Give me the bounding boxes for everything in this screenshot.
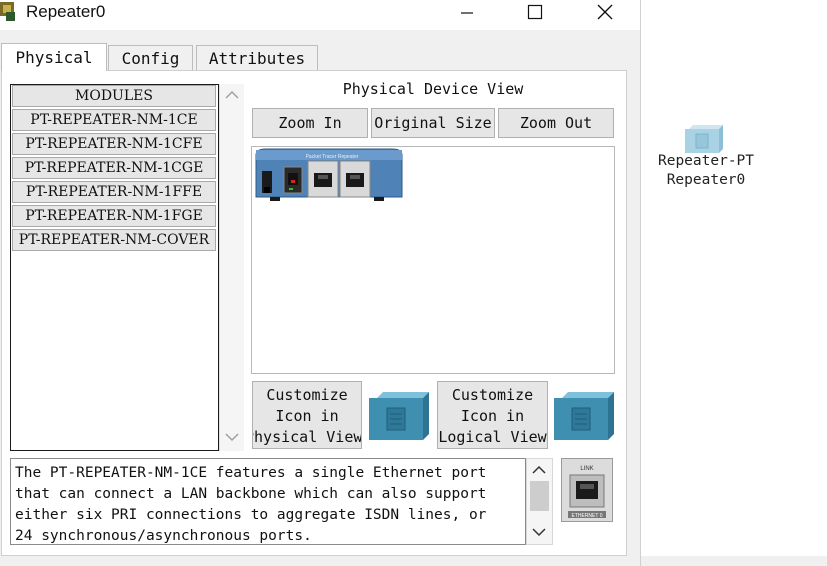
workspace-repeater-icon[interactable] [685, 125, 723, 153]
repeater-app-icon [0, 0, 20, 22]
workspace-device-model: Repeater-PT [657, 153, 755, 169]
zoom-out-button[interactable]: Zoom Out [498, 108, 614, 138]
scroll-thumb[interactable] [530, 481, 549, 511]
repeater-cube-icon [554, 392, 614, 440]
close-icon [597, 4, 613, 20]
customize-logical-line3: Logical View [438, 428, 547, 446]
port-ethernet-label: ETHERNET 0 [571, 513, 602, 519]
customize-physical-line3: Physical View [252, 428, 362, 446]
device-view-canvas[interactable]: Packet Tracer Repeater [251, 146, 615, 374]
scroll-up-icon[interactable] [532, 465, 546, 475]
module-item-1ce[interactable]: PT-REPEATER-NM-1CE [12, 109, 216, 131]
scroll-up-icon[interactable] [225, 90, 239, 100]
tab-physical[interactable]: Physical [1, 43, 107, 71]
customize-logical-line1: Customize [451, 386, 534, 404]
logical-workspace[interactable] [641, 0, 827, 566]
repeater-device-image[interactable]: Packet Tracer Repeater [252, 147, 615, 374]
repeater-cube-icon [369, 392, 429, 440]
ethernet-port-image: LINK ETHERNET 0 [561, 458, 613, 522]
window-title: Repeater0 [26, 2, 106, 21]
module-item-1ffe[interactable]: PT-REPEATER-NM-1FFE [12, 181, 216, 203]
zoom-in-button[interactable]: Zoom In [252, 108, 368, 138]
customize-physical-line2: Icon in [275, 407, 339, 425]
module-item-1fge[interactable]: PT-REPEATER-NM-1FGE [12, 205, 216, 227]
customize-logical-line2: Icon in [460, 407, 525, 425]
maximize-button[interactable] [512, 0, 558, 24]
customize-physical-icon-button[interactable]: Customize Icon in Physical View [252, 381, 362, 449]
module-item-1cge[interactable]: PT-REPEATER-NM-1CGE [12, 157, 216, 179]
original-size-button[interactable]: Original Size [371, 108, 495, 138]
device-brand-label: Packet Tracer Repeater [306, 154, 359, 160]
close-button[interactable] [582, 0, 628, 24]
customize-logical-icon-button[interactable]: Customize Icon in Logical View [437, 381, 548, 449]
module-item-1cfe[interactable]: PT-REPEATER-NM-1CFE [12, 133, 216, 155]
maximize-icon [527, 4, 543, 20]
scroll-down-icon[interactable] [532, 527, 546, 537]
module-item-cover[interactable]: PT-REPEATER-NM-COVER [12, 229, 216, 251]
tab-attributes[interactable]: Attributes [196, 45, 318, 70]
customize-physical-line1: Customize [266, 386, 348, 404]
scroll-down-icon[interactable] [225, 432, 239, 442]
ethernet-port-icon: LINK ETHERNET 0 [568, 466, 606, 519]
tab-config[interactable]: Config [108, 45, 193, 70]
physical-icon-preview [369, 390, 429, 440]
description-scrollbar[interactable] [526, 458, 553, 545]
workspace-bottom-bar [641, 556, 827, 566]
workspace-device-name: Repeater0 [666, 172, 746, 188]
module-description-text: The PT-REPEATER-NM-1CE features a single… [15, 465, 496, 544]
physical-device-view-label: Physical Device View [342, 80, 524, 98]
logical-icon-preview [554, 390, 614, 440]
modules-header[interactable]: MODULES [12, 85, 216, 107]
minimize-button[interactable] [444, 0, 490, 24]
minimize-icon [461, 12, 473, 14]
repeater-device-icon [685, 125, 723, 153]
port-link-label: LINK [580, 466, 593, 472]
modules-scrollbar[interactable] [219, 84, 244, 451]
